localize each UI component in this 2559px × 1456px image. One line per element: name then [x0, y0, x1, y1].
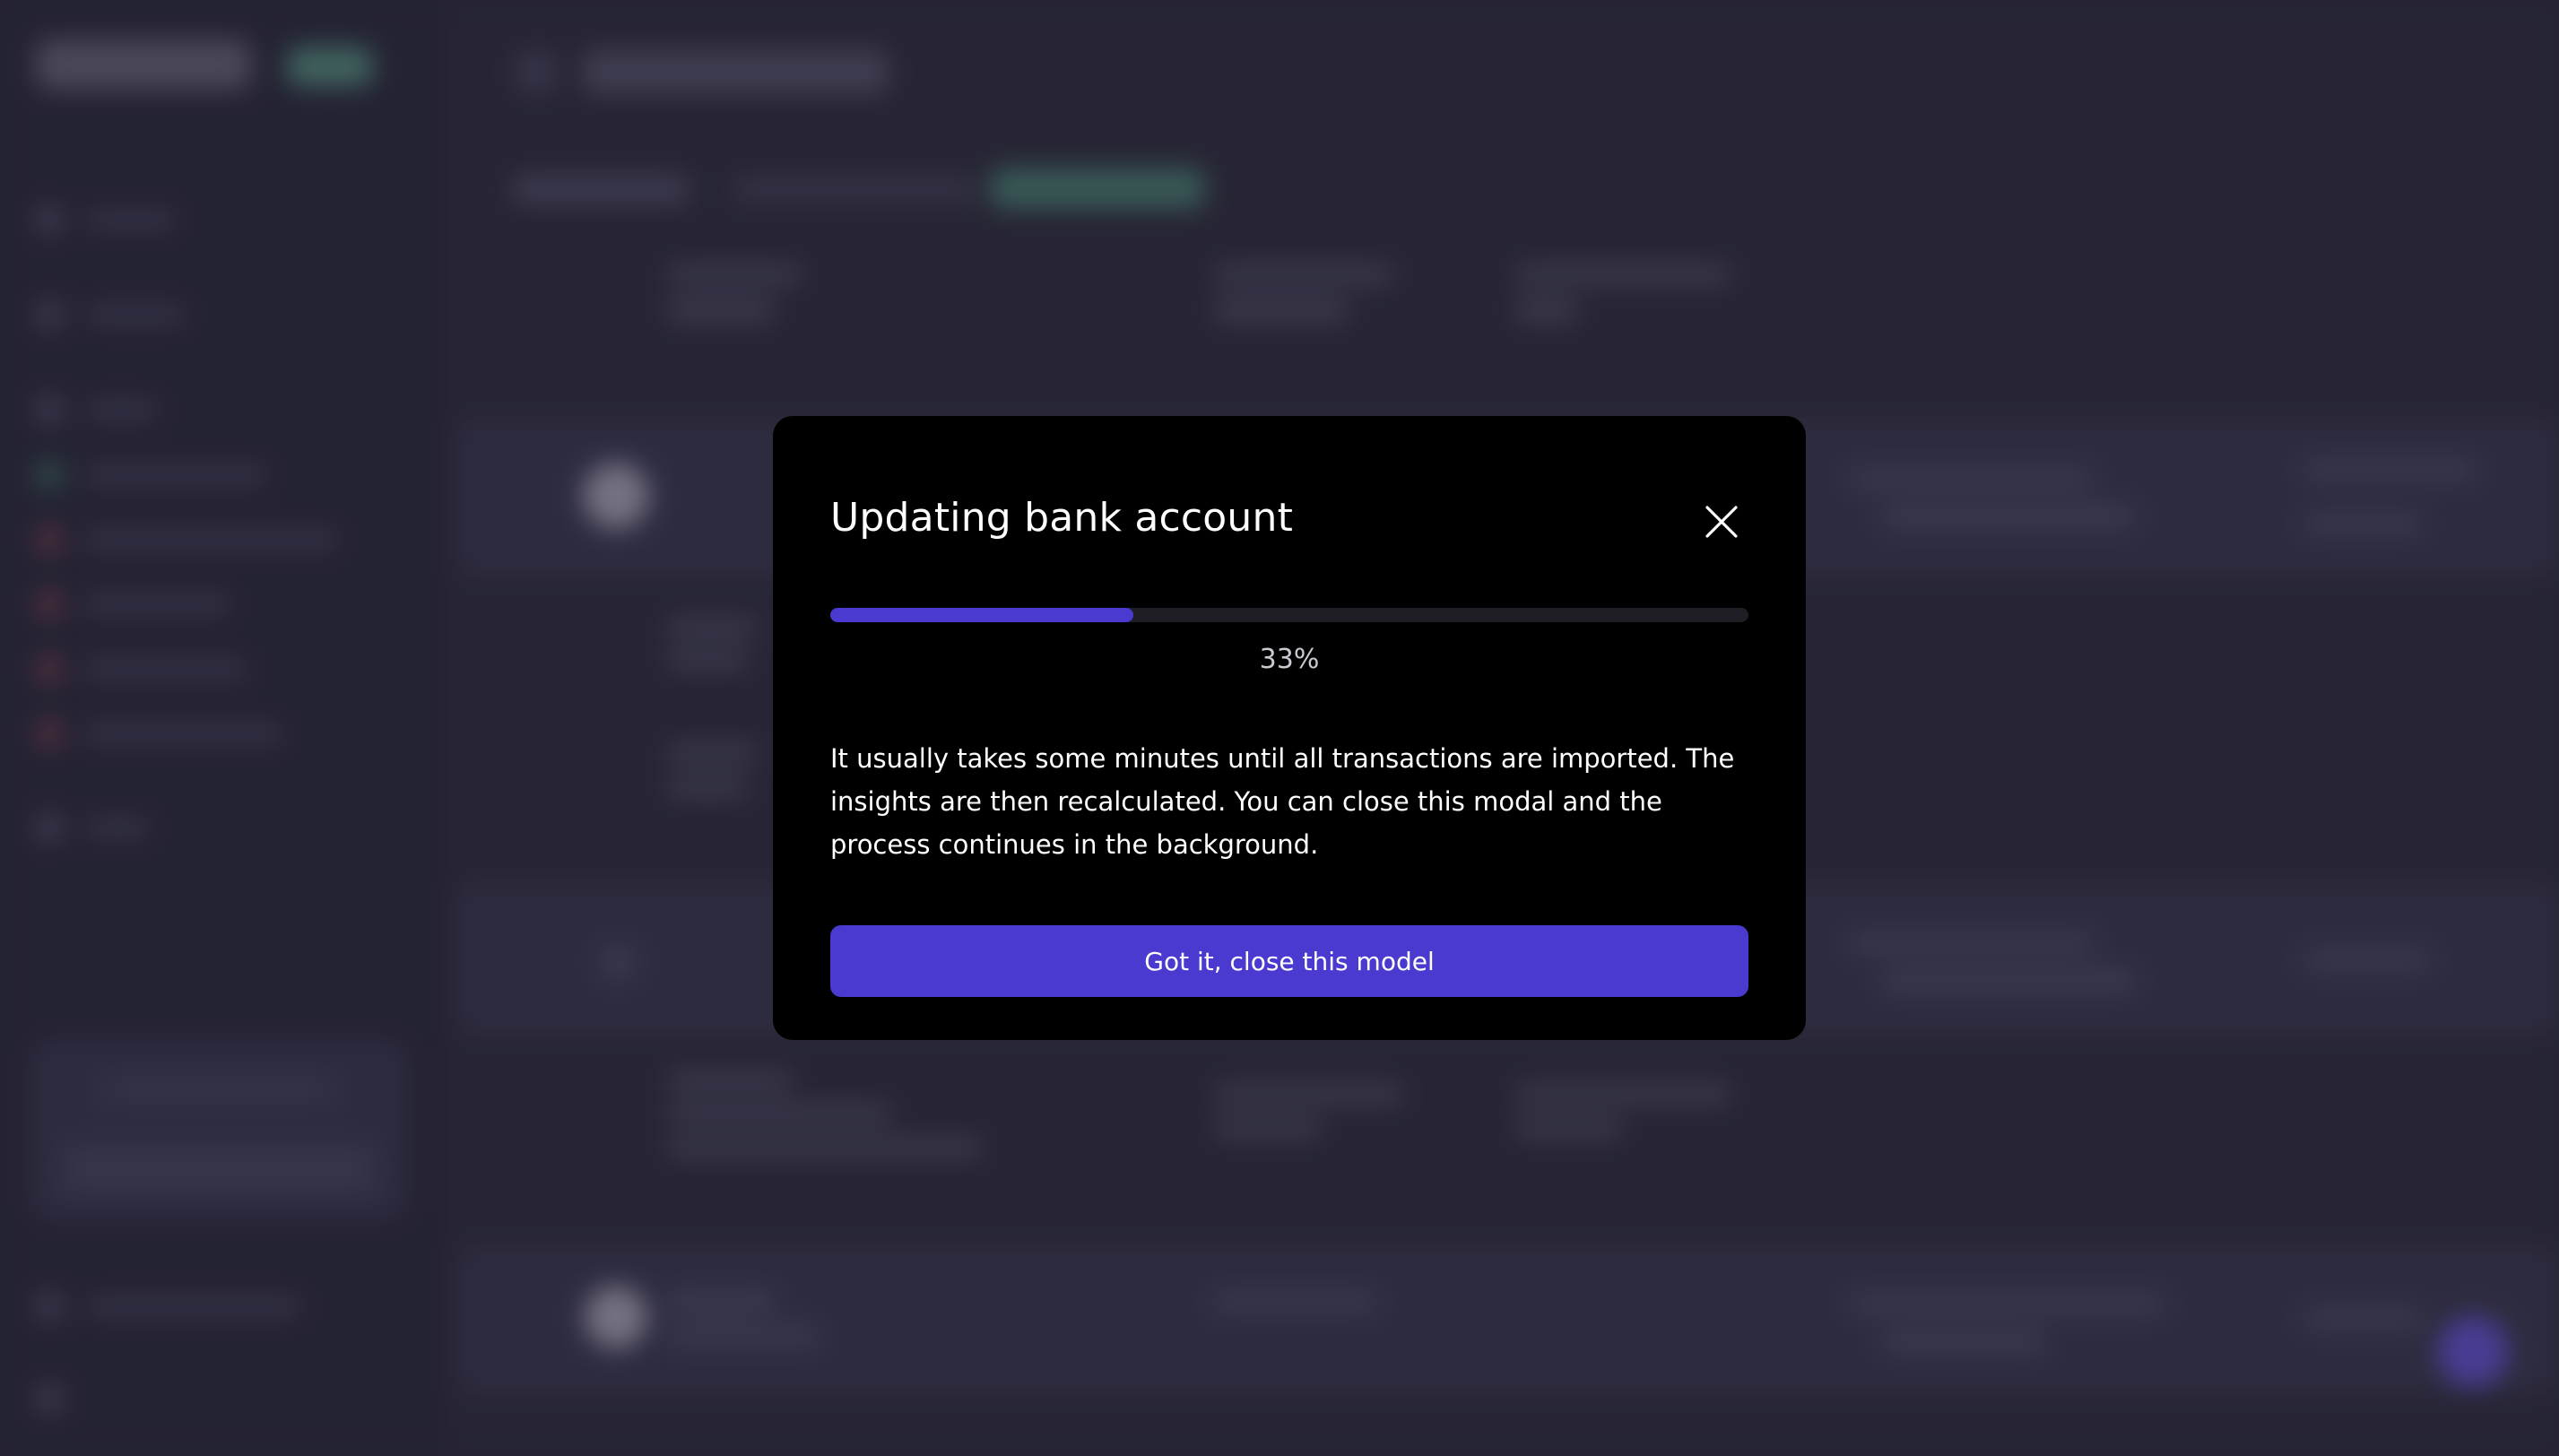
close-icon — [1695, 495, 1748, 549]
progress-percentage: 33% — [1259, 644, 1320, 675]
updating-bank-account-modal: Updating bank account 33% It usually tak… — [773, 416, 1806, 1040]
modal-description: It usually takes some minutes until all … — [830, 743, 1735, 860]
close-modal-button[interactable]: Got it, close this model — [830, 925, 1748, 997]
app-screen: Updating bank account 33% It usually tak… — [0, 0, 2559, 1456]
modal-title: Updating bank account — [830, 495, 1294, 541]
progress-bar-fill — [830, 608, 1133, 622]
progress-bar — [830, 608, 1748, 622]
close-button[interactable] — [1695, 495, 1748, 549]
